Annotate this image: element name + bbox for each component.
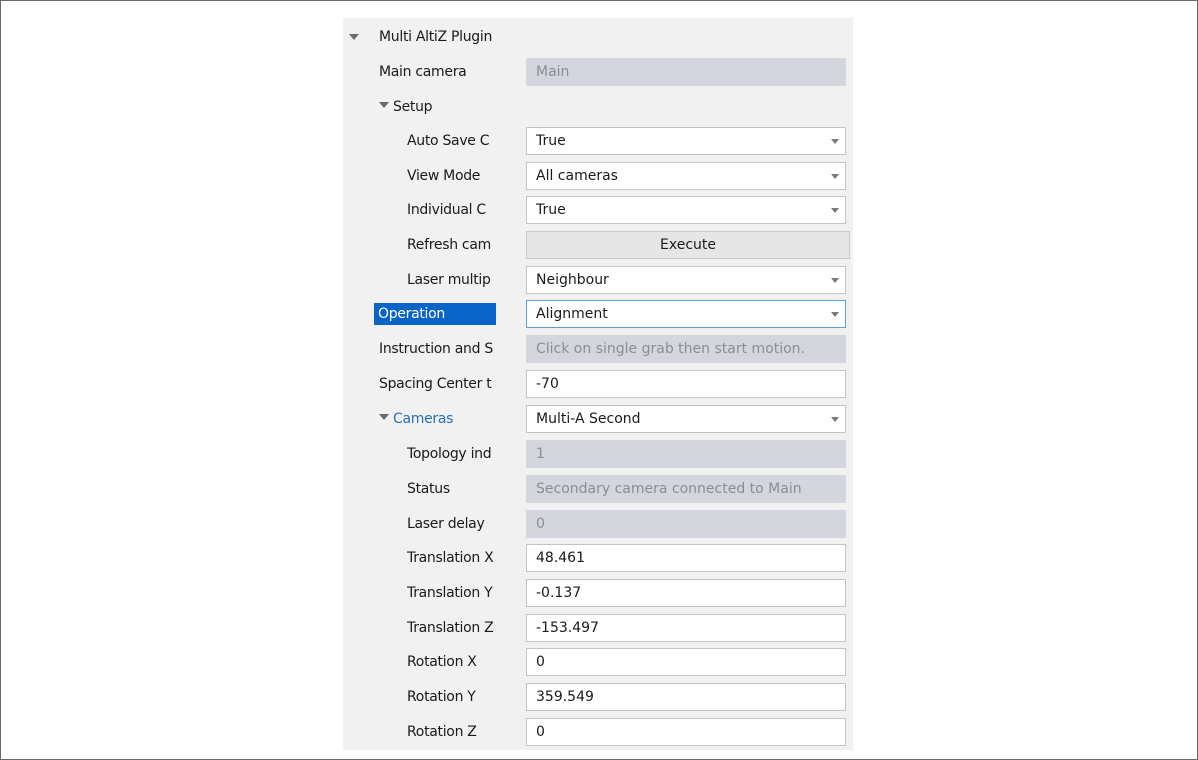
property-label: View Mode	[407, 168, 481, 184]
translation-z-input[interactable]: -153.497	[526, 614, 846, 642]
rotation-x-input[interactable]: 0	[526, 648, 846, 676]
property-label: Rotation Z	[407, 724, 477, 740]
property-row-rotation-z: Rotation Z 0	[343, 715, 853, 749]
property-row-topology: Topology ind 1	[343, 437, 853, 471]
main-camera-value: Main	[526, 58, 846, 86]
dropdown-value: True	[536, 133, 566, 149]
property-label: Instruction and S	[379, 341, 493, 357]
setup-label-text: Setup	[393, 99, 433, 115]
property-row-individual: Individual C True	[343, 193, 853, 227]
property-row-translation-z: Translation Z -153.497	[343, 611, 853, 645]
cameras-dropdown[interactable]: Multi-A Second	[526, 405, 846, 433]
property-label: Auto Save C	[407, 133, 490, 149]
property-row-refresh: Refresh cam Execute	[343, 228, 853, 262]
chevron-down-icon[interactable]	[831, 139, 839, 144]
chevron-down-icon[interactable]	[831, 278, 839, 283]
property-row-view-mode: View Mode All cameras	[343, 159, 853, 193]
property-row-main-camera: Main camera Main	[343, 55, 853, 89]
chevron-down-icon[interactable]	[831, 417, 839, 422]
property-row-translation-y: Translation Y -0.137	[343, 576, 853, 610]
property-row-auto-save: Auto Save C True	[343, 124, 853, 158]
plugin-title: Multi AltiZ Plugin	[379, 29, 493, 45]
laser-delay-value: 0	[526, 510, 846, 538]
property-label: Laser delay	[407, 516, 485, 532]
cameras-group-label[interactable]: Cameras	[379, 402, 453, 436]
property-label: Refresh cam	[407, 237, 491, 253]
auto-save-dropdown[interactable]: True	[526, 127, 846, 155]
property-row-translation-x: Translation X 48.461	[343, 541, 853, 575]
property-row-operation: Operation Alignment	[343, 297, 853, 331]
property-label: Individual C	[407, 202, 486, 218]
rotation-z-input[interactable]: 0	[526, 718, 846, 746]
translation-y-input[interactable]: -0.137	[526, 579, 846, 607]
group-header-setup[interactable]: Setup	[343, 90, 853, 124]
property-label: Translation Z	[407, 620, 494, 636]
property-label: Translation X	[407, 550, 494, 566]
property-label: Translation Y	[407, 585, 493, 601]
collapse-caret-icon[interactable]	[379, 102, 389, 108]
property-label: Laser multip	[407, 272, 491, 288]
property-label: Rotation X	[407, 654, 477, 670]
group-header-cameras[interactable]: Cameras Multi-A Second	[343, 402, 853, 436]
spacing-input[interactable]: -70	[526, 370, 846, 398]
property-label-selected[interactable]: Operation	[374, 303, 496, 325]
chevron-down-icon[interactable]	[831, 208, 839, 213]
property-row-spacing: Spacing Center t -70	[343, 367, 853, 401]
dropdown-value: True	[536, 202, 566, 218]
dropdown-value: Multi-A Second	[536, 411, 641, 427]
property-row-status: Status Secondary camera connected to Mai…	[343, 472, 853, 506]
operation-dropdown[interactable]: Alignment	[526, 300, 846, 328]
dropdown-value: All cameras	[536, 168, 618, 184]
individual-dropdown[interactable]: True	[526, 196, 846, 224]
property-row-laser-multip: Laser multip Neighbour	[343, 263, 853, 297]
topology-value: 1	[526, 440, 846, 468]
collapse-caret-icon[interactable]	[379, 414, 389, 420]
translation-x-input[interactable]: 48.461	[526, 544, 846, 572]
group-header-multi-altiz[interactable]: Multi AltiZ Plugin	[343, 20, 853, 54]
setup-group-label: Setup	[379, 90, 432, 124]
collapse-caret-icon[interactable]	[349, 34, 359, 40]
rotation-y-input[interactable]: 359.549	[526, 683, 846, 711]
dropdown-value: Neighbour	[536, 272, 609, 288]
property-label: Rotation Y	[407, 689, 476, 705]
instruction-value: Click on single grab then start motion.	[526, 335, 846, 363]
view-mode-dropdown[interactable]: All cameras	[526, 162, 846, 190]
property-grid: Multi AltiZ Plugin Main camera Main Setu…	[343, 18, 853, 750]
property-label: Topology ind	[407, 446, 492, 462]
property-row-instruction: Instruction and S Click on single grab t…	[343, 332, 853, 366]
property-label: Main camera	[379, 64, 467, 80]
chevron-down-icon[interactable]	[831, 174, 839, 179]
execute-button[interactable]: Execute	[526, 231, 850, 259]
status-value: Secondary camera connected to Main	[526, 475, 846, 503]
property-label: Status	[407, 481, 450, 497]
dropdown-value: Alignment	[536, 306, 608, 322]
property-row-rotation-y: Rotation Y 359.549	[343, 680, 853, 714]
property-label: Spacing Center t	[379, 376, 492, 392]
laser-multip-dropdown[interactable]: Neighbour	[526, 266, 846, 294]
property-row-rotation-x: Rotation X 0	[343, 645, 853, 679]
property-row-laser-delay: Laser delay 0	[343, 507, 853, 541]
chevron-down-icon[interactable]	[831, 312, 839, 317]
cameras-label-text: Cameras	[393, 411, 454, 427]
